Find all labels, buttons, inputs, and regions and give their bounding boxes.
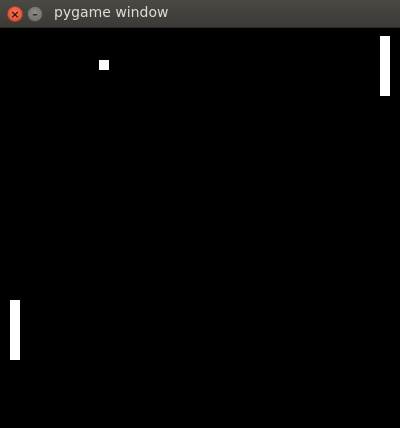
minimize-icon[interactable]: –	[27, 6, 43, 22]
ball	[99, 60, 109, 70]
close-glyph: ×	[10, 7, 20, 21]
window-title: pygame window	[54, 5, 169, 21]
pygame-window: × – pygame window	[0, 0, 400, 428]
game-canvas[interactable]	[0, 28, 400, 428]
window-titlebar[interactable]: × – pygame window	[0, 0, 400, 28]
close-icon[interactable]: ×	[7, 6, 23, 22]
minimize-glyph: –	[32, 7, 38, 21]
right-paddle	[380, 36, 390, 96]
left-paddle	[10, 300, 20, 360]
